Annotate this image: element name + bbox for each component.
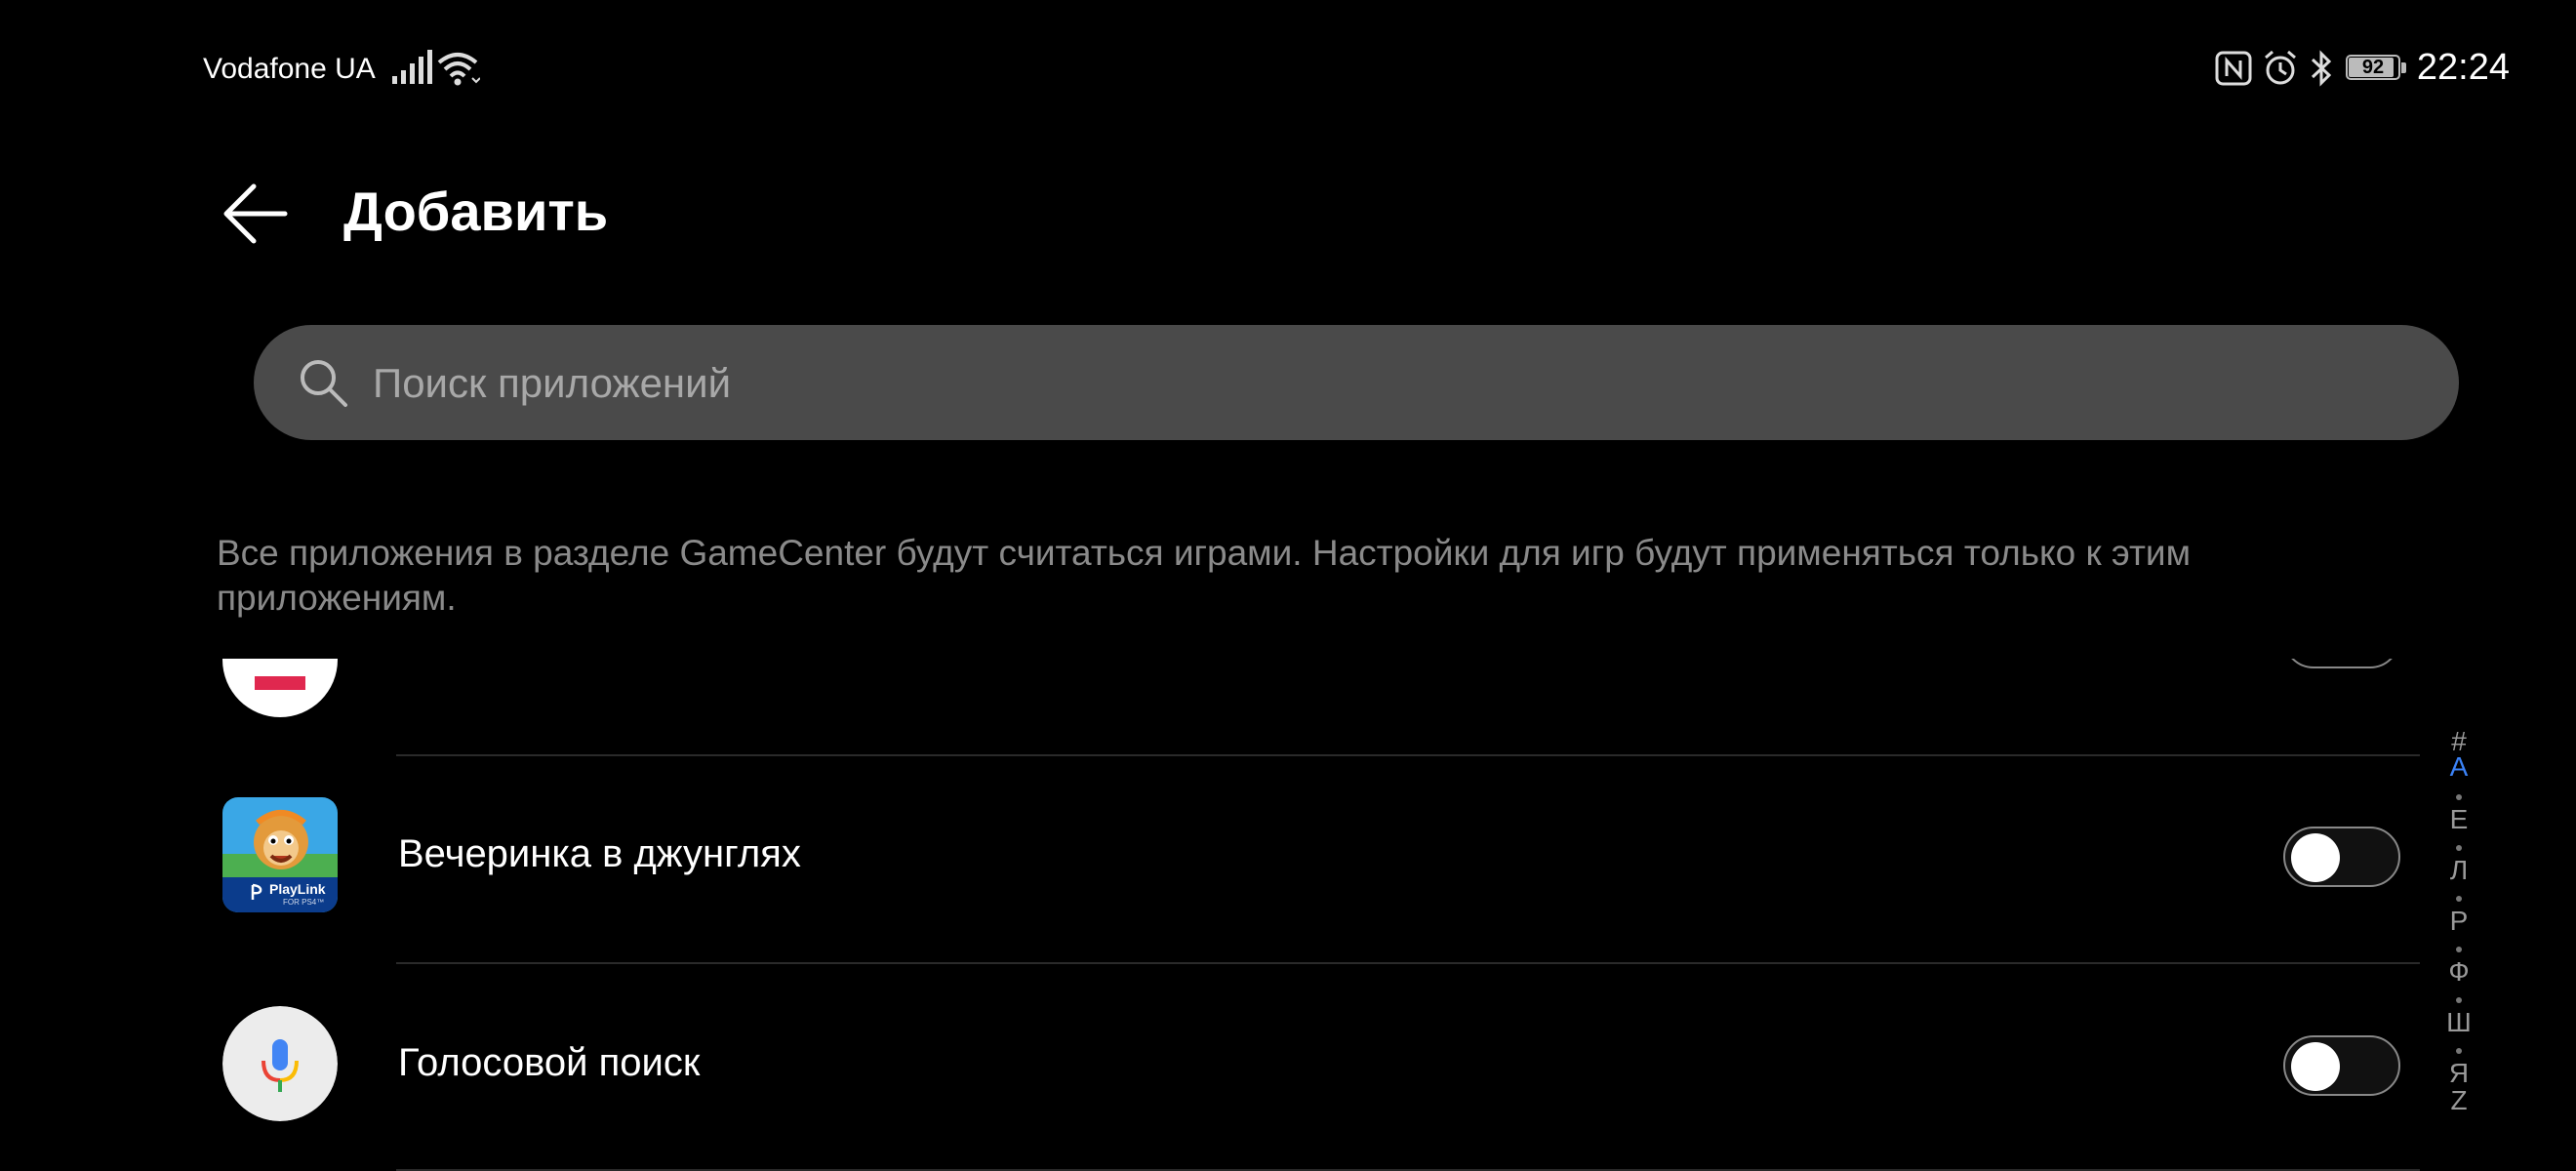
app-list[interactable]: PlayLink FOR PS4™ Вечеринка в джунглях Г… xyxy=(0,659,2576,1171)
page-title: Добавить xyxy=(343,181,609,242)
playlink-badge-sub: FOR PS4™ xyxy=(283,898,325,907)
signal-icon xyxy=(392,50,432,84)
battery-indicator: 92 xyxy=(2346,55,2408,82)
jungle-party-toggle[interactable] xyxy=(2283,827,2400,887)
toggle-knob xyxy=(2291,1042,2340,1091)
alpha-dot xyxy=(2456,794,2462,800)
back-arrow-icon[interactable] xyxy=(217,176,293,252)
alpha-dot xyxy=(2456,1048,2462,1054)
alphabet-index[interactable]: # A Е Л Р Ф Ш Я Z xyxy=(2439,726,2478,1126)
voice-search-app-icon xyxy=(222,1006,338,1121)
nfc-icon xyxy=(2215,51,2252,86)
alpha-dot xyxy=(2456,947,2462,952)
alpha-dot xyxy=(2456,845,2462,851)
alpha-dot xyxy=(2456,896,2462,902)
divider xyxy=(396,962,2420,964)
jungle-party-app-icon: PlayLink FOR PS4™ xyxy=(222,797,338,912)
wifi-icon xyxy=(437,53,480,86)
app-label: Голосовой поиск xyxy=(398,1041,701,1084)
bluetooth-icon xyxy=(2311,50,2332,87)
alpha-letter-sha[interactable]: Ш xyxy=(2439,1007,2478,1038)
alarm-icon xyxy=(2265,50,2296,85)
search-bar[interactable] xyxy=(254,325,2459,442)
voice-search-toggle[interactable] xyxy=(2283,1035,2400,1096)
microphone-icon xyxy=(262,1039,299,1092)
list-item-jungle-party[interactable]: PlayLink FOR PS4™ Вечеринка в джунглях xyxy=(0,760,2420,967)
alpha-dot xyxy=(2456,997,2462,1003)
description-text: Все приложения в разделе GameCenter буду… xyxy=(217,533,2192,618)
alpha-letter-ef[interactable]: Ф xyxy=(2439,956,2478,988)
toggle-knob xyxy=(2291,833,2340,882)
playlink-badge: PlayLink xyxy=(269,881,326,897)
search-icon xyxy=(301,360,347,407)
search-input[interactable] xyxy=(371,325,2404,442)
app-label: Вечеринка в джунглях xyxy=(398,832,801,875)
alpha-letter-er[interactable]: Р xyxy=(2439,906,2478,937)
status-bar: Vodafone UA 92 22:24 xyxy=(0,0,2576,137)
list-item-voice-search[interactable]: Голосовой поиск xyxy=(0,969,2420,1171)
clock: 22:24 xyxy=(2416,47,2510,88)
alpha-letter-ye[interactable]: Е xyxy=(2439,804,2478,835)
battery-level: 92 xyxy=(2361,57,2385,78)
alpha-letter-a[interactable]: A xyxy=(2439,751,2478,783)
alpha-letter-el[interactable]: Л xyxy=(2439,855,2478,886)
app-toggle[interactable] xyxy=(2283,659,2400,668)
carrier-name: Vodafone UA xyxy=(203,53,376,85)
app-icon xyxy=(222,659,338,717)
alpha-letter-z[interactable]: Z xyxy=(2439,1085,2478,1116)
divider xyxy=(396,754,2420,756)
